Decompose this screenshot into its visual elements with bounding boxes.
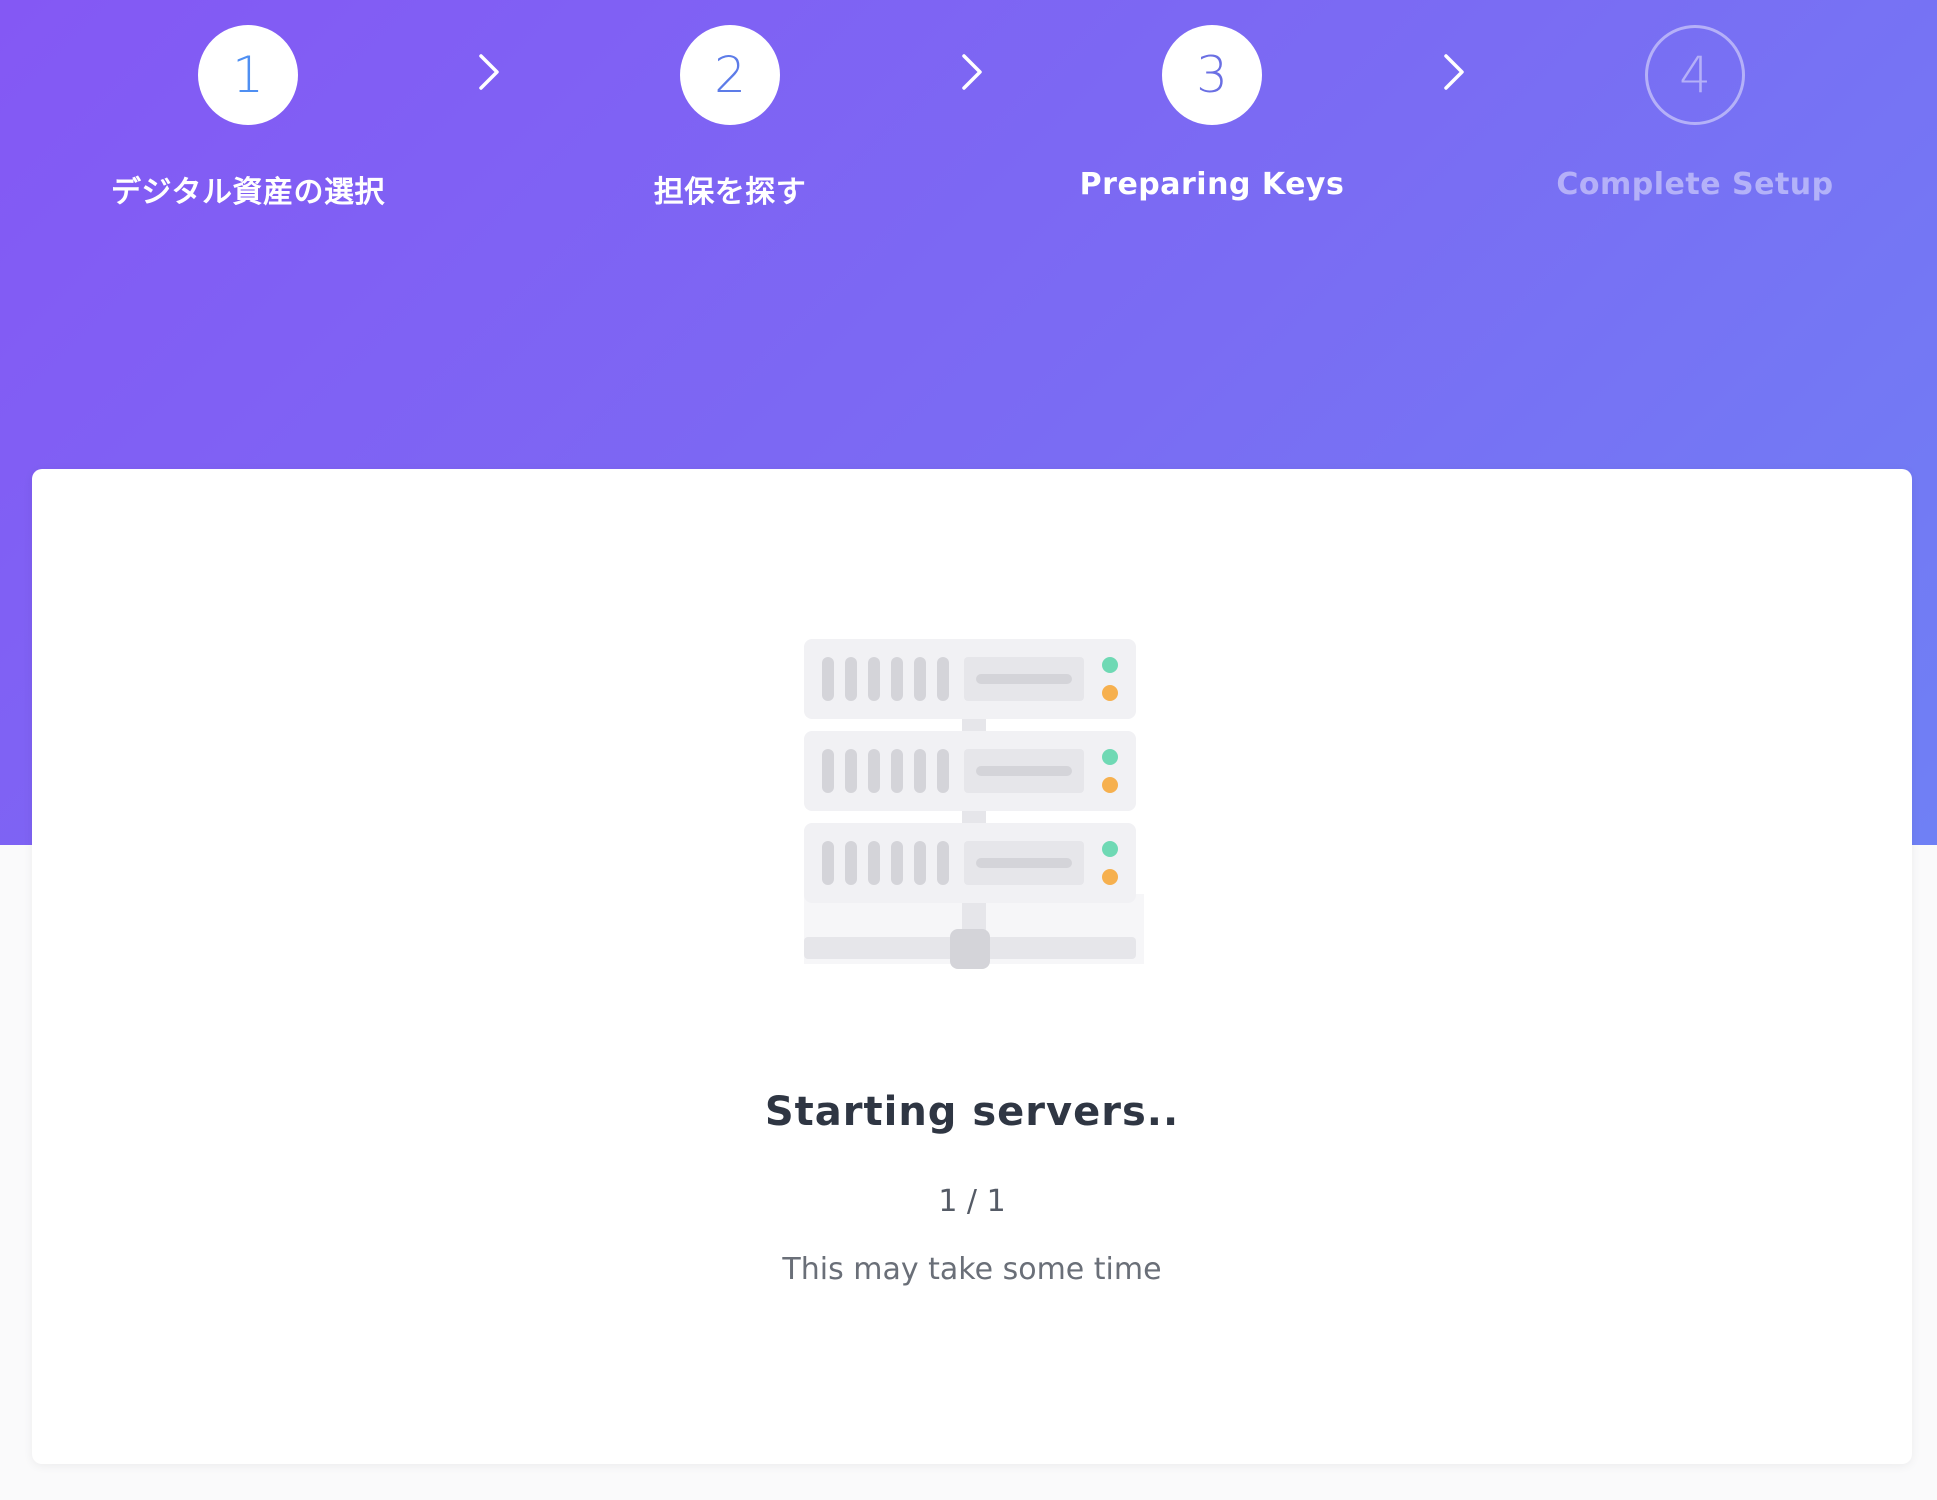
- step-2-label: 担保を探す: [653, 175, 807, 210]
- server-rack-icon: [804, 639, 1144, 969]
- step-4-label: Complete Setup: [1556, 167, 1834, 202]
- step-4: 4 Complete Setup: [1455, 0, 1935, 202]
- step-2: 2 担保を探す: [490, 0, 970, 211]
- step-4-circle: 4: [1645, 25, 1745, 125]
- step-2-circle: 2: [680, 25, 780, 125]
- status-note: This may take some time: [782, 1252, 1162, 1287]
- step-3-label: Preparing Keys: [1079, 167, 1345, 202]
- setup-page: 1 デジタル資産の選択 2 担保を探す 3 Preparing Keys 4 C…: [0, 0, 1937, 1500]
- progress-count: 1 / 1: [938, 1184, 1006, 1219]
- step-1: 1 デジタル資産の選択: [8, 0, 488, 211]
- status-title: Starting servers..: [764, 1089, 1180, 1135]
- status-card: Starting servers.. 1 / 1 This may take s…: [32, 469, 1912, 1464]
- step-3-circle: 3: [1162, 25, 1262, 125]
- step-1-label: デジタル資産の選択: [111, 175, 385, 210]
- step-1-circle: 1: [198, 25, 298, 125]
- step-3: 3 Preparing Keys: [972, 0, 1452, 202]
